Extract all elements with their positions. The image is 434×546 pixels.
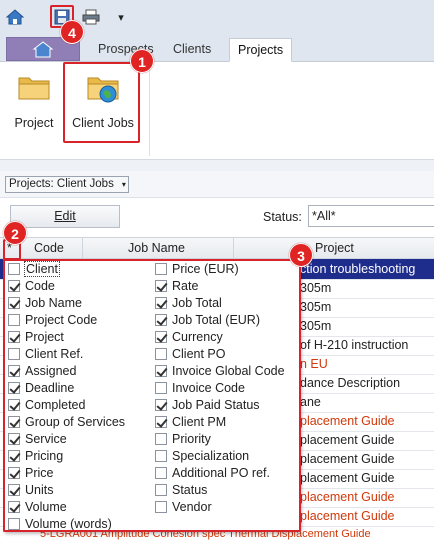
ribbon-separator [149, 66, 150, 156]
project-cell: dance Description [300, 376, 401, 390]
header-divider [233, 238, 234, 259]
project-cell: placement Guide [300, 414, 395, 428]
callout-badge-1: 1 [130, 49, 154, 73]
ribbon-gap [0, 160, 434, 171]
chevron-down-icon: ▾ [121, 180, 126, 189]
callout-box-popup [3, 259, 301, 532]
project-button[interactable]: Project [8, 68, 60, 148]
home-icon[interactable] [4, 6, 26, 28]
project-cell: placement Guide [300, 452, 395, 466]
status-label: Status: [263, 210, 302, 224]
project-cell: ction troubleshooting [300, 262, 416, 276]
callout-badge-2: 2 [3, 221, 27, 245]
project-cell: 305m [300, 300, 332, 314]
grid-header: * Code Job Name Project [0, 237, 434, 259]
project-cell: ane [300, 395, 321, 409]
status-filter-input[interactable]: *All* [308, 205, 434, 227]
view-selector-value: Projects: Client Jobs [9, 178, 114, 190]
view-toolbar: Projects: Client Jobs ▾ [0, 171, 434, 198]
project-button-label: Project [14, 116, 54, 130]
project-cell: 305m [300, 281, 332, 295]
app-home-icon [32, 41, 54, 58]
column-header-code[interactable]: Code [34, 241, 64, 255]
qat-customize-dropdown[interactable]: ▾ [110, 6, 132, 28]
callout-badge-4: 4 [60, 20, 84, 44]
folder-icon [17, 72, 51, 106]
print-icon[interactable] [80, 6, 102, 28]
tab-projects[interactable]: Projects [229, 38, 293, 62]
view-selector-dropdown[interactable]: Projects: Client Jobs ▾ [5, 176, 129, 193]
edit-button-label: Edit [54, 209, 76, 223]
edit-bar: Edit Status: *All* [0, 199, 434, 237]
project-cell: n EU [300, 357, 328, 371]
edit-button[interactable]: Edit [10, 205, 120, 228]
header-divider [82, 238, 83, 259]
callout-badge-3: 3 [289, 243, 313, 267]
project-cell: of H-210 instruction [300, 338, 409, 352]
project-cell: placement Guide [300, 509, 395, 523]
project-cell: 305m [300, 319, 332, 333]
project-cell: placement Guide [300, 433, 395, 447]
column-header-job-name[interactable]: Job Name [128, 241, 185, 255]
tab-clients[interactable]: Clients [165, 38, 219, 62]
project-cell: placement Guide [300, 490, 395, 504]
callout-box-client-jobs [63, 62, 140, 143]
column-header-project[interactable]: Project [315, 241, 354, 255]
project-cell: placement Guide [300, 471, 395, 485]
